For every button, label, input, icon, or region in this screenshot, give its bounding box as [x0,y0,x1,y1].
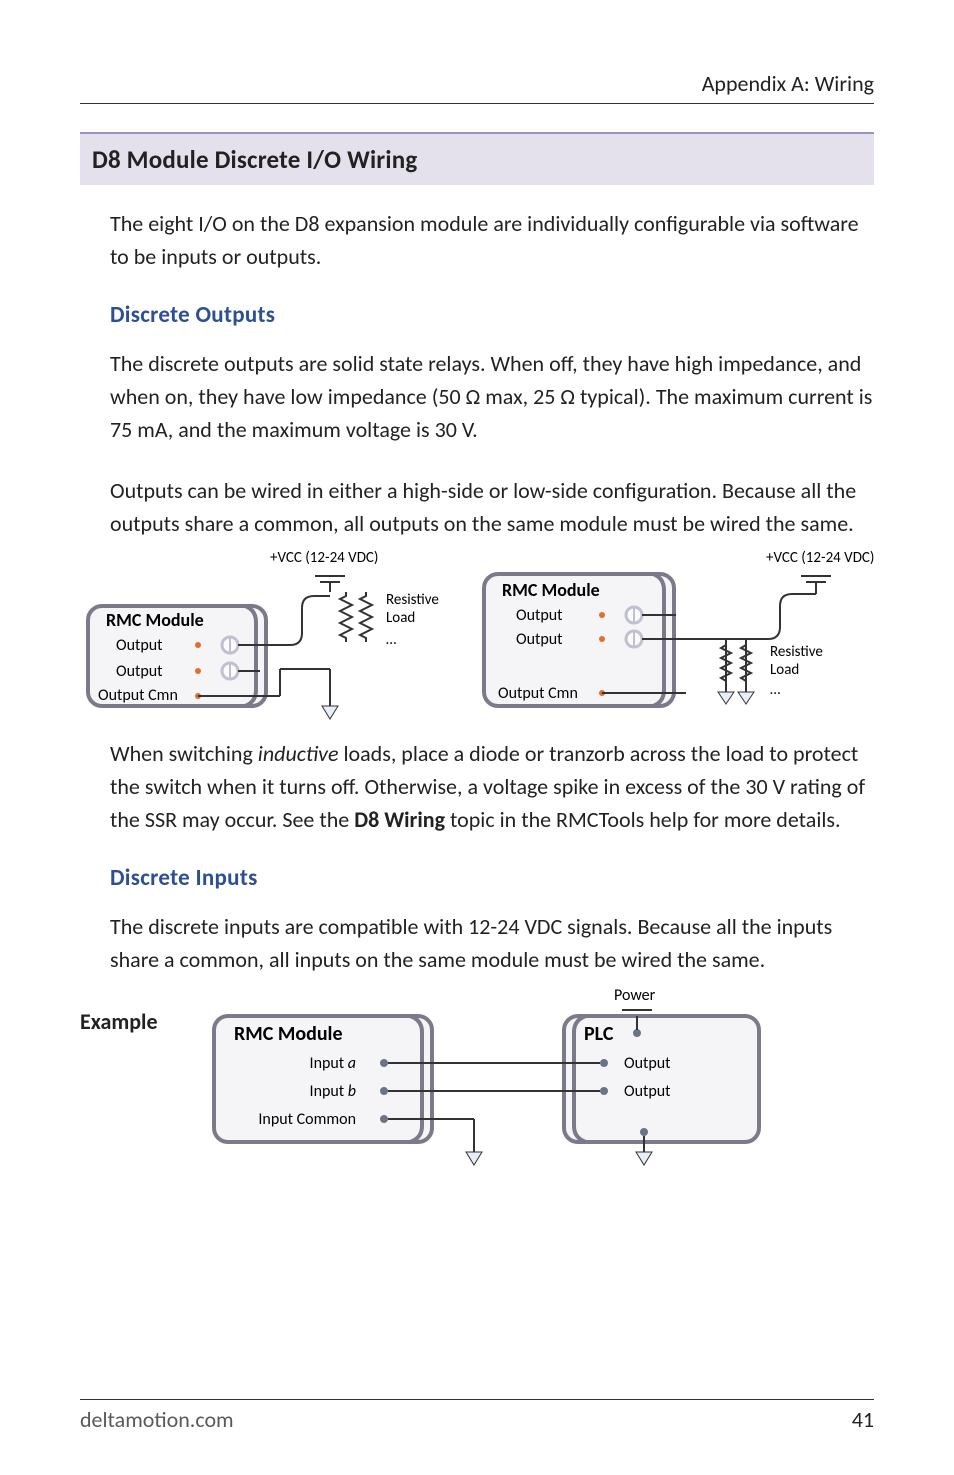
output-label-left-2: Output [116,662,163,681]
rmc-module-left: RMC Module [106,609,204,631]
footer-url: deltamotion.com [80,1406,234,1433]
discrete-inputs-heading: Discrete Inputs [110,864,874,892]
inputs-example-diagram: Power RMC Module Input a Input b Input C… [184,982,784,1172]
ellipsis-left: … [386,631,396,649]
output-label-right-1: Output [516,606,563,625]
vcc-label-right: +VCC (12-24 VDC) [766,549,874,567]
output-cmn-right: Output Cmn [498,684,578,703]
outputs-paragraph-2: Outputs can be wired in either a high-si… [110,474,874,540]
section-title: D8 Module Discrete I/O Wiring [80,132,874,185]
running-header: Appendix A: Wiring [80,70,874,104]
page: Appendix A: Wiring D8 Module Discrete I/… [0,0,954,1475]
rmc-module-inputs: RMC Module [234,1022,343,1046]
discrete-outputs-heading: Discrete Outputs [110,301,874,329]
load-right: Load [770,661,799,679]
output-label-right-2: Output [516,630,563,649]
output-cmn-left: Output Cmn [98,686,178,705]
resistive-right: Resistive [770,643,823,661]
output-diagrams: +VCC (12-24 VDC) RMC Module Output Outpu… [80,546,874,721]
page-footer: deltamotion.com 41 [80,1399,874,1433]
intro-paragraph: The eight I/O on the D8 expansion module… [110,207,874,273]
input-a-text: Input a [309,1054,355,1073]
power-label: Power [614,986,656,1005]
inputs-paragraph-1: The discrete inputs are compatible with … [110,910,874,976]
resistive-left: Resistive [386,591,439,609]
inputs-example-row: Example Power RMC Module Input a Input b… [80,982,874,1172]
plc-label: PLC [584,1022,614,1046]
example-label: Example [80,1008,158,1035]
footer-page-number: 41 [852,1406,874,1433]
plc-output-1: Output [624,1054,671,1073]
outputs-paragraph-3: When switching inductive loads, place a … [110,737,874,836]
load-left: Load [386,609,415,627]
outputs-paragraph-1: The discrete outputs are solid state rel… [110,347,874,446]
plc-output-2: Output [624,1082,671,1101]
output-diagram-right: +VCC (12-24 VDC) RMC Module Output Outpu… [476,546,874,721]
output-label-left-1: Output [116,636,163,655]
ellipsis-right: … [770,681,780,699]
output-diagram-left: +VCC (12-24 VDC) RMC Module Output Outpu… [80,546,464,721]
rmc-module-right: RMC Module [502,579,600,601]
input-b-text: Input b [309,1082,355,1101]
vcc-label: +VCC (12-24 VDC) [270,549,378,567]
input-common-label: Input Common [258,1110,356,1129]
